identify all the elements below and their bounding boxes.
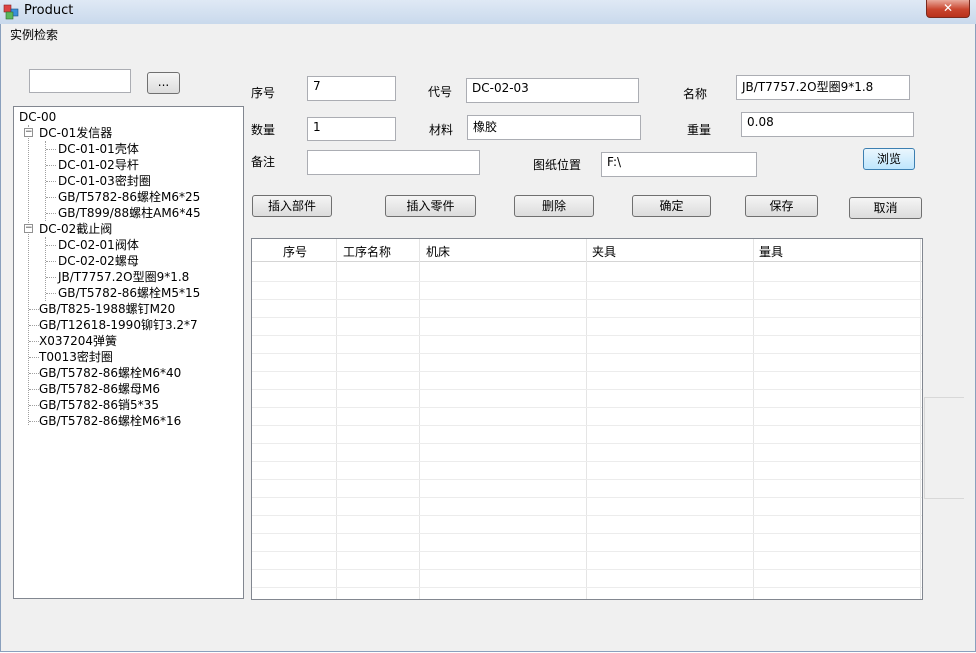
close-icon: ✕ (942, 1, 954, 15)
drawing-location-label: 图纸位置 (533, 158, 582, 172)
window-client: 实例检索 ... − − DC-00 DC-01发信器 DC-01-01壳体 D… (0, 24, 976, 652)
search-input[interactable] (29, 69, 131, 93)
app-icon (3, 4, 19, 20)
insert-assembly-button[interactable]: 插入部件 (252, 195, 332, 217)
tree-node[interactable]: T0013密封圈 (39, 350, 113, 364)
remark-field[interactable] (307, 150, 480, 175)
weight-label: 重量 (687, 123, 712, 137)
title-bar: Product ✕ (0, 0, 976, 24)
column-header[interactable]: 夹具 (592, 243, 616, 260)
column-header[interactable]: 序号 (283, 243, 307, 260)
tree-node[interactable]: GB/T5782-86螺栓M5*15 (58, 286, 200, 300)
column-header[interactable]: 量具 (759, 243, 783, 260)
quantity-label: 数量 (251, 123, 276, 137)
table-header: 序号 工序名称 机床 夹具 量具 (252, 239, 922, 262)
material-field[interactable]: 橡胶 (467, 115, 641, 140)
tree-node[interactable]: GB/T899/88螺柱AM6*45 (58, 206, 201, 220)
tree-node[interactable]: GB/T5782-86螺栓M6*40 (39, 366, 181, 380)
tree-node[interactable]: DC-01-02导杆 (58, 158, 139, 172)
tree-node[interactable]: GB/T5782-86螺栓M6*16 (39, 414, 181, 428)
product-tree[interactable]: − − DC-00 DC-01发信器 DC-01-01壳体 DC-01-02导杆… (13, 106, 244, 599)
tree-root[interactable]: DC-00 (19, 110, 56, 124)
tree-node[interactable]: GB/T12618-1990铆钉3.2*7 (39, 318, 198, 332)
quantity-field[interactable]: 1 (307, 117, 396, 141)
serial-field[interactable]: 7 (307, 76, 396, 101)
tree-node[interactable]: JB/T7757.2O型圈9*1.8 (58, 270, 189, 284)
insert-part-button[interactable]: 插入零件 (385, 195, 476, 217)
tree-node[interactable]: GB/T5782-86销5*35 (39, 398, 159, 412)
menu-item-instance-search[interactable]: 实例检索 (10, 26, 58, 43)
tree-node[interactable]: GB/T5782-86螺栓M6*25 (58, 190, 200, 204)
name-label: 名称 (683, 87, 708, 101)
column-header[interactable]: 机床 (426, 243, 450, 260)
name-field[interactable]: JB/T7757.2O型圈9*1.8 (736, 75, 910, 100)
drawing-location-field[interactable]: F:\ (601, 152, 757, 177)
tree-node[interactable]: DC-01-01壳体 (58, 142, 139, 156)
collapse-icon[interactable]: − (24, 128, 33, 137)
search-browse-button[interactable]: ... (147, 72, 180, 94)
material-label: 材料 (429, 123, 454, 137)
tree-node[interactable]: X037204弹簧 (39, 334, 117, 348)
save-button[interactable]: 保存 (745, 195, 818, 217)
tree-node[interactable]: DC-02-01阀体 (58, 238, 139, 252)
tree-node[interactable]: DC-02截止阀 (39, 222, 112, 236)
process-table[interactable]: 序号 工序名称 机床 夹具 量具 (251, 238, 923, 600)
cancel-button[interactable]: 取消 (849, 197, 922, 219)
side-panel (924, 397, 964, 499)
delete-button[interactable]: 删除 (514, 195, 594, 217)
column-header[interactable]: 工序名称 (343, 243, 391, 260)
tree-node[interactable]: DC-01发信器 (39, 126, 112, 140)
serial-label: 序号 (251, 86, 276, 100)
tree-node[interactable]: DC-01-03密封圈 (58, 174, 151, 188)
tree-node[interactable]: GB/T5782-86螺母M6 (39, 382, 160, 396)
tree-node[interactable]: DC-02-02螺母 (58, 254, 139, 268)
code-field[interactable]: DC-02-03 (466, 78, 639, 103)
weight-field[interactable]: 0.08 (741, 112, 914, 137)
tree-node[interactable]: GB/T825-1988螺钉M20 (39, 302, 175, 316)
close-button[interactable]: ✕ (926, 0, 970, 18)
remark-label: 备注 (251, 155, 276, 169)
browse-button[interactable]: 浏览 (863, 148, 915, 170)
collapse-icon[interactable]: − (24, 224, 33, 233)
confirm-button[interactable]: 确定 (632, 195, 711, 217)
window-title: Product (24, 3, 74, 18)
code-label: 代号 (428, 85, 453, 99)
